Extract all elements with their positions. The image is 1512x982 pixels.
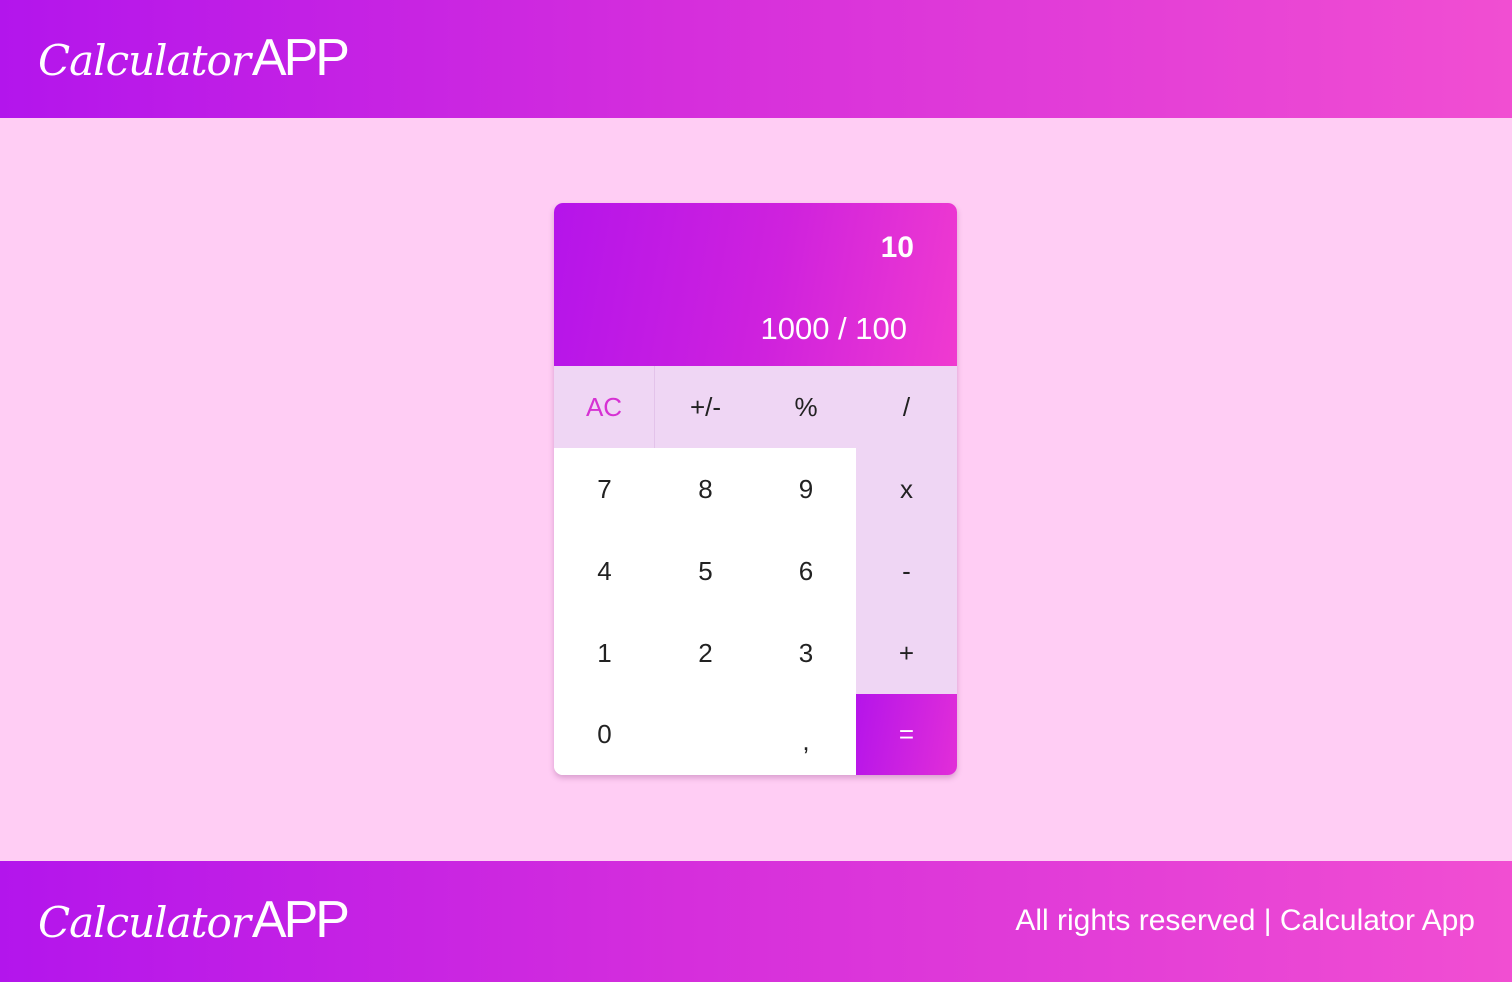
equals-button[interactable]: = [856, 694, 957, 775]
minus-button[interactable]: - [856, 530, 957, 612]
header-logo[interactable]: Calculator APP [38, 28, 350, 88]
digit-5-button[interactable]: 5 [655, 530, 756, 612]
footer-logo-script: Calculator [38, 898, 251, 947]
digit-3-button[interactable]: 3 [756, 612, 856, 694]
comma-button[interactable]: , [756, 694, 856, 775]
clear-button[interactable]: AC [554, 366, 655, 448]
digit-0-button[interactable]: 0 [554, 694, 655, 775]
plus-button[interactable]: + [856, 612, 957, 694]
footer-logo-strong: APP [251, 891, 350, 949]
keypad: AC +/- % / 7 8 9 x 4 5 6 - 1 2 3 + 0 , = [554, 366, 957, 775]
divide-button[interactable]: / [856, 366, 957, 448]
calculator-display: 10 1000 / 100 [554, 203, 957, 366]
plus-minus-button[interactable]: +/- [655, 366, 756, 448]
header-logo-script: Calculator [38, 36, 251, 85]
digit-6-button[interactable]: 6 [756, 530, 856, 612]
header-logo-strong: APP [251, 29, 350, 87]
digit-8-button[interactable]: 8 [655, 448, 756, 530]
multiply-button[interactable]: x [856, 448, 957, 530]
app-footer: Calculator APP All rights reserved | Cal… [0, 861, 1512, 982]
copyright-text: All rights reserved | Calculator App [1015, 904, 1475, 937]
digit-2-button[interactable]: 2 [655, 612, 756, 694]
app-header: Calculator APP [0, 0, 1512, 118]
result-value: 10 [880, 231, 914, 264]
expression-value: 1000 / 100 [760, 311, 907, 346]
percent-button[interactable]: % [756, 366, 856, 448]
empty-key [655, 694, 756, 775]
footer-logo[interactable]: Calculator APP [38, 890, 350, 950]
digit-4-button[interactable]: 4 [554, 530, 655, 612]
digit-9-button[interactable]: 9 [756, 448, 856, 530]
digit-7-button[interactable]: 7 [554, 448, 655, 530]
calculator: 10 1000 / 100 AC +/- % / 7 8 9 x 4 5 6 -… [554, 203, 957, 775]
digit-1-button[interactable]: 1 [554, 612, 655, 694]
